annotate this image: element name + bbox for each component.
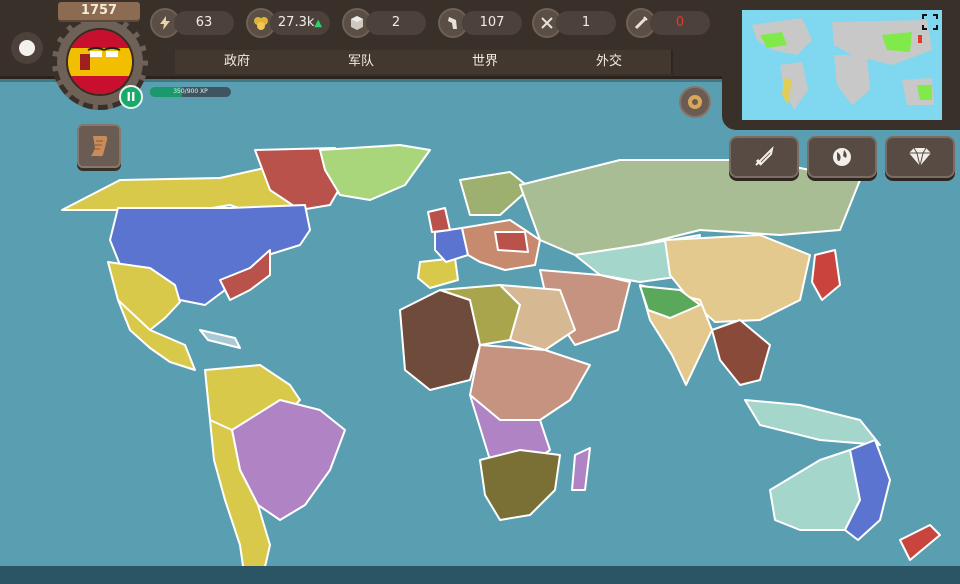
trend-up-icon: ▲ [314, 18, 323, 29]
xp-bar: 350/900 XP [150, 87, 231, 97]
stat-diplomacy-value: 2 [366, 11, 426, 35]
tab-government[interactable]: 政府 [175, 50, 301, 74]
region-new-zealand [899, 524, 941, 561]
tab-diplomacy[interactable]: 外交 [547, 50, 673, 74]
region-iberia [417, 257, 459, 289]
region-se-asia [711, 319, 771, 386]
stat-diplomacy[interactable]: 2 [342, 8, 428, 38]
main-tabs: 政府 军队 世界 外交 [175, 50, 675, 74]
expand-icon[interactable] [921, 13, 939, 31]
region-scandinavia [459, 171, 531, 216]
region-indonesia [744, 399, 881, 446]
xp-text: 350/900 XP [173, 88, 208, 95]
region-south-africa [479, 449, 561, 521]
region-madagascar [571, 447, 591, 491]
spain-flag-icon [68, 30, 132, 94]
region-japan [811, 249, 841, 301]
region-caribbean [199, 329, 241, 349]
globe-icon [833, 148, 851, 166]
stat-power-value: 63 [174, 11, 234, 35]
year-label: 1757 [58, 2, 140, 20]
stat-manpower-value: 107 [462, 11, 522, 35]
premium-button[interactable] [885, 136, 955, 178]
stat-industry-value: 1 [556, 11, 616, 35]
region-australia-west [769, 449, 861, 531]
region-austria [494, 231, 529, 253]
stat-research-value: 0 [650, 11, 710, 35]
world-button[interactable] [807, 136, 877, 178]
stat-manpower[interactable]: 107 [438, 8, 524, 38]
region-britain [427, 207, 451, 233]
stat-research[interactable]: 0 [626, 8, 712, 38]
stat-gold[interactable]: 27.3k▲ [246, 8, 332, 38]
events-button[interactable] [77, 124, 121, 168]
sword-icon [755, 145, 774, 166]
diamond-icon [909, 147, 931, 167]
scroll-icon [91, 136, 108, 157]
menu-button[interactable] [11, 32, 43, 64]
minimap-world [752, 18, 934, 110]
stat-industry[interactable]: 1 [532, 8, 618, 38]
circle-icon [19, 40, 35, 56]
stat-power[interactable]: 63 [150, 8, 236, 38]
tab-world[interactable]: 世界 [423, 50, 549, 74]
stat-gold-value: 27.3k▲ [270, 11, 330, 35]
system-nav-bar [0, 566, 960, 584]
gear-icon [688, 95, 702, 109]
tab-army[interactable]: 军队 [299, 50, 425, 74]
minimap[interactable] [742, 10, 942, 120]
stat-gold-number: 27.3k [277, 15, 315, 30]
settings-button[interactable] [679, 86, 711, 118]
region-west-africa [399, 289, 481, 391]
military-button[interactable] [729, 136, 799, 178]
level-badge: II [119, 85, 143, 109]
